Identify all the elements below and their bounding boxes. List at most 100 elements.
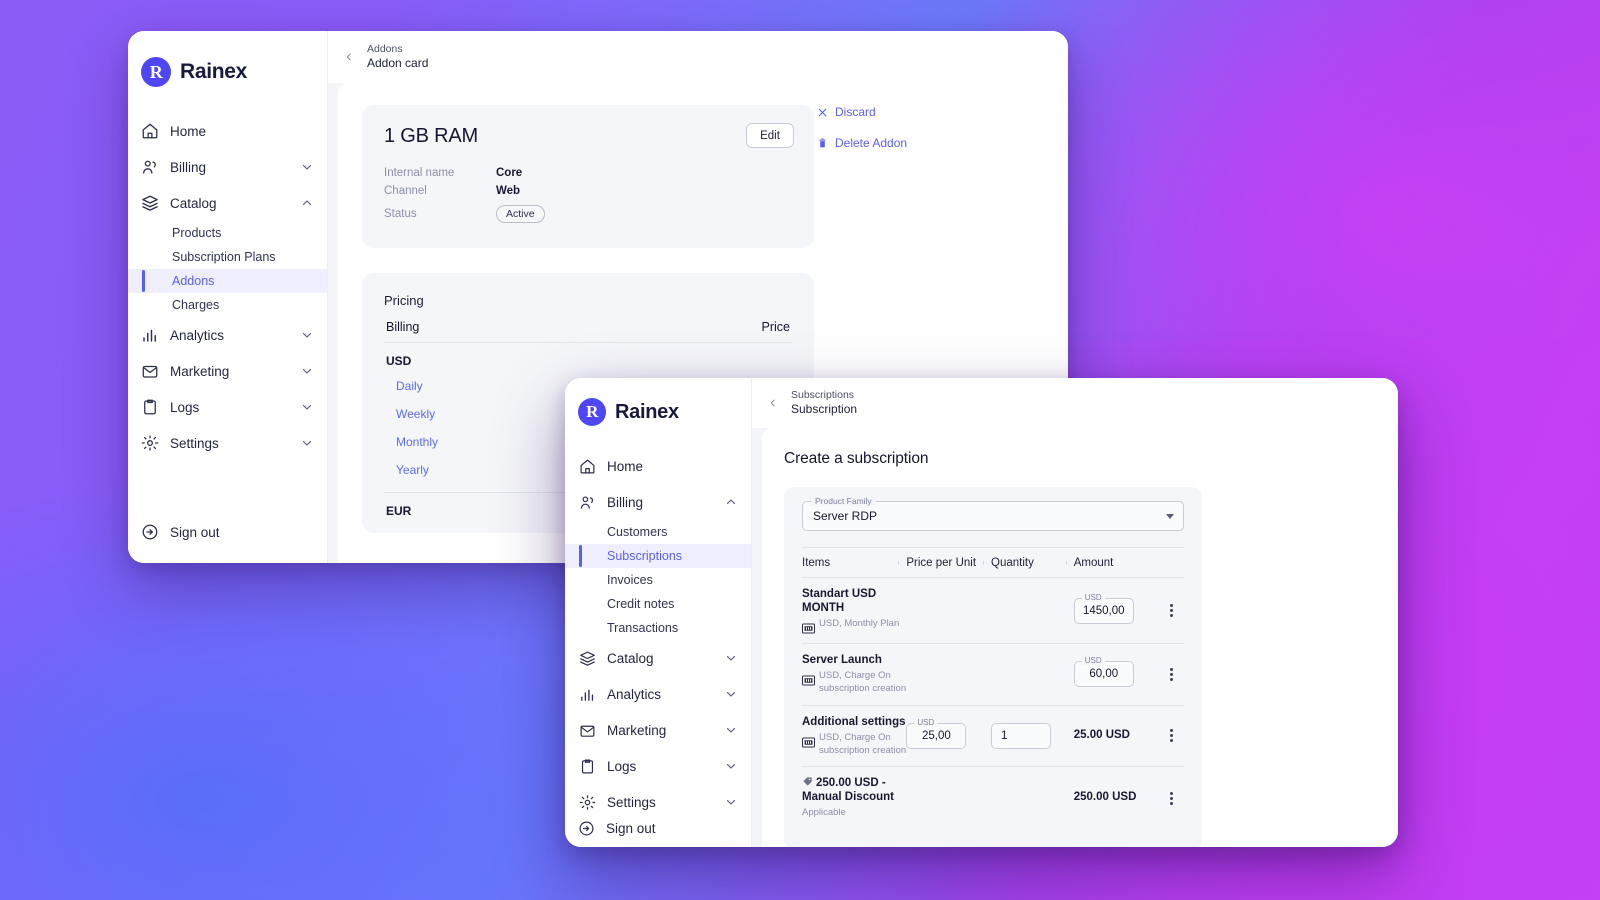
sidebar-item-catalog[interactable]: Catalog	[128, 185, 327, 221]
brand-mark-icon: R	[578, 398, 606, 426]
home-icon	[578, 457, 596, 475]
close-icon	[816, 106, 828, 118]
item-meta-text: USD, Monthly Plan	[819, 618, 900, 630]
row-item-cell: Additional settings USD, Charge On subsc…	[802, 715, 906, 758]
delete-addon-action[interactable]: Delete Addon	[816, 136, 907, 150]
brand-logo[interactable]: R Rainex	[565, 398, 751, 426]
sign-out-button[interactable]: Sign out	[128, 523, 327, 563]
amount-text: 250.00 USD	[1073, 791, 1137, 804]
table-row: 250.00 USD - Manual Discount Applicable …	[802, 766, 1184, 829]
item-meta: USD, Charge On subscription creation	[802, 670, 906, 696]
row-menu-cell	[1158, 715, 1184, 758]
breadcrumb-parent[interactable]: Addons	[367, 43, 428, 56]
sidebar-item-home[interactable]: Home	[565, 448, 751, 484]
sidebar-item-subscriptions[interactable]: Subscriptions	[565, 544, 751, 568]
sidebar-item-products[interactable]: Products	[128, 221, 327, 245]
chevron-down-icon	[301, 365, 313, 377]
detail-row-internal-name: Internal name Core	[384, 164, 792, 182]
kebab-icon[interactable]	[1169, 604, 1173, 618]
chevron-down-icon	[725, 688, 737, 700]
layers-icon	[141, 194, 159, 212]
sidebar-item-settings[interactable]: Settings	[565, 784, 751, 820]
sidebar-item-home[interactable]: Home	[128, 113, 327, 149]
sidebar-item-settings[interactable]: Settings	[128, 425, 327, 461]
sidebar-item-invoices[interactable]: Invoices	[565, 568, 751, 592]
sidebar-item-label: Home	[607, 458, 644, 474]
brand-mark-icon: R	[141, 57, 171, 87]
item-meta-text: USD, Charge On subscription creation	[819, 731, 907, 756]
sidebar-item-marketing[interactable]: Marketing	[128, 353, 327, 389]
sidebar-item-analytics[interactable]: Analytics	[565, 676, 751, 712]
detail-key: Channel	[384, 185, 427, 197]
back-topbar: Addons Addon card	[328, 31, 1068, 83]
sign-out-button[interactable]: Sign out	[565, 820, 751, 847]
sidebar-item-logs[interactable]: Logs	[128, 389, 327, 425]
sidebar-item-customers[interactable]: Customers	[565, 520, 751, 544]
sidebar-item-billing[interactable]: Billing	[128, 149, 327, 185]
subscription-form-card: Product Family Server RDP Items Price pe…	[784, 487, 1202, 847]
create-subscription-window: R Rainex Home Billing Customers Subscrip…	[565, 378, 1398, 847]
price-per-unit-input[interactable]: USD 25,00	[906, 717, 967, 749]
back-arrow-icon[interactable]	[344, 50, 356, 64]
page-title: Create a subscription	[784, 450, 929, 467]
chevron-down-icon	[725, 724, 737, 736]
row-quantity-cell	[991, 653, 1074, 696]
plan-icon	[802, 737, 815, 748]
discard-action[interactable]: Discard	[816, 105, 907, 119]
pricing-col-price: Price	[761, 320, 790, 334]
back-sidebar: R Rainex Home Billing Catalog Products S…	[128, 31, 328, 563]
sidebar-item-label: Settings	[607, 794, 656, 810]
sidebar-item-addons[interactable]: Addons	[128, 269, 327, 293]
row-quantity-cell	[991, 587, 1074, 634]
item-meta: USD, Monthly Plan	[802, 618, 906, 634]
price-currency-label: USD	[914, 717, 938, 727]
sidebar-item-label: Catalog	[170, 195, 217, 211]
row-item-cell: Standart USD MONTH USD, Monthly Plan	[802, 587, 906, 634]
column-header-quantity: Quantity	[983, 557, 1074, 569]
row-price-per-unit-cell: USD 25,00	[906, 715, 991, 758]
column-header-price-per-unit: Price per Unit	[898, 557, 991, 569]
breadcrumb-parent[interactable]: Subscriptions	[791, 389, 857, 402]
pricing-table-header: Billing Price	[384, 308, 792, 343]
sidebar-item-analytics[interactable]: Analytics	[128, 317, 327, 353]
sidebar-item-label: Analytics	[170, 327, 225, 343]
sidebar-item-transactions[interactable]: Transactions	[565, 616, 751, 640]
quantity-input[interactable]: 1	[991, 722, 1052, 749]
status-badge: Active	[496, 205, 545, 223]
line-items-table: Items Price per Unit Quantity Amount Sta…	[802, 547, 1184, 829]
people-icon	[578, 493, 596, 511]
sidebar-item-label: Billing	[607, 494, 644, 510]
kebab-icon[interactable]	[1169, 791, 1173, 805]
pricing-title: Pricing	[384, 293, 424, 308]
chevron-down-icon	[725, 652, 737, 664]
brand-logo[interactable]: R Rainex	[128, 57, 327, 87]
column-header-amount: Amount	[1065, 557, 1159, 569]
back-arrow-icon[interactable]	[768, 396, 780, 410]
row-amount-cell: USD 1450,00	[1073, 587, 1159, 634]
sidebar-item-label: Catalog	[607, 650, 654, 666]
product-family-value: Server RDP	[813, 509, 878, 523]
sidebar-item-catalog[interactable]: Catalog	[565, 640, 751, 676]
sidebar-item-billing[interactable]: Billing	[565, 484, 751, 520]
sidebar-item-marketing[interactable]: Marketing	[565, 712, 751, 748]
sidebar-item-credit-notes[interactable]: Credit notes	[565, 592, 751, 616]
sidebar-item-logs[interactable]: Logs	[565, 748, 751, 784]
edit-button[interactable]: Edit	[746, 123, 794, 148]
sign-out-icon	[578, 820, 595, 837]
sidebar-item-charges[interactable]: Charges	[128, 293, 327, 317]
breadcrumb: Subscriptions Subscription	[791, 389, 857, 416]
home-icon	[141, 122, 159, 140]
row-menu-cell	[1158, 587, 1184, 634]
kebab-icon[interactable]	[1169, 667, 1173, 681]
kebab-icon[interactable]	[1169, 729, 1173, 743]
bar-chart-icon	[578, 685, 596, 703]
amount-input[interactable]: USD 1450,00	[1073, 592, 1134, 624]
item-meta: USD, Charge On subscription creation	[802, 732, 906, 758]
sidebar-item-subscription-plans[interactable]: Subscription Plans	[128, 245, 327, 269]
sidebar-item-label: Billing	[170, 159, 207, 175]
item-name: Additional settings	[802, 715, 906, 728]
amount-value: 60,00	[1089, 668, 1119, 681]
amount-input[interactable]: USD 60,00	[1073, 656, 1134, 688]
item-name: Standart USD MONTH	[802, 588, 877, 615]
product-family-select[interactable]: Product Family Server RDP	[802, 496, 1184, 531]
